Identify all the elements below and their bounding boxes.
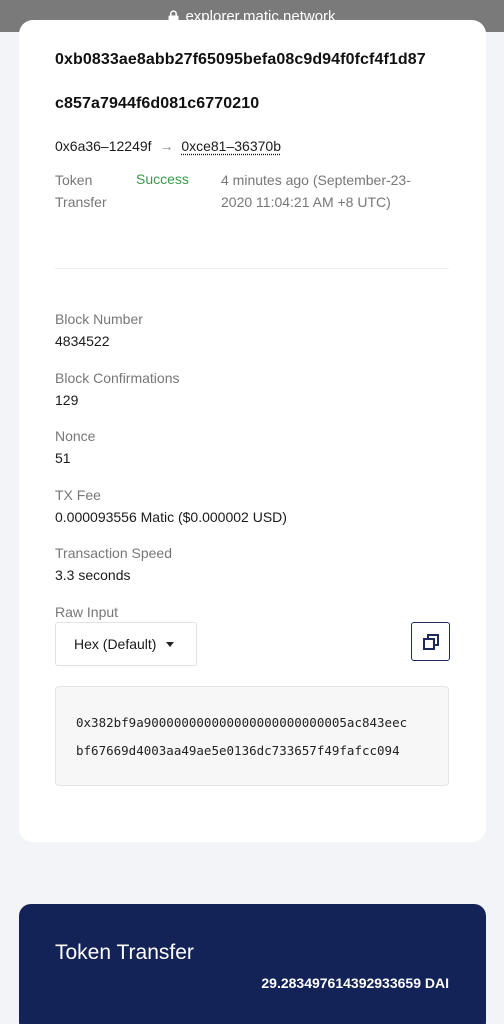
transaction-type: Token Transfer [55, 172, 107, 210]
caret-down-icon [166, 641, 175, 647]
copy-icon [422, 633, 439, 650]
arrow-right-icon: → [159, 138, 174, 154]
block-number-label: Block Number [55, 311, 143, 327]
raw-input-format-value: Hex (Default) [74, 636, 157, 652]
token-transfer-title: Token Transfer [55, 941, 194, 964]
tx-fee-value: 0.000093556 Matic ($0.000002 USD) [55, 509, 287, 525]
to-address-link[interactable]: 0xce81–36370b [181, 138, 281, 154]
status-badge: Success [136, 171, 189, 187]
timestamp: 4 minutes ago (September-23-2020 11:04:2… [221, 172, 411, 210]
token-transfer-amount: 29.283497614392933659 DAI [261, 975, 449, 991]
tx-fee-label: TX Fee [55, 487, 101, 503]
raw-input-label: Raw Input [55, 604, 119, 620]
raw-input-box[interactable]: 0x382bf9a900000000000000000000000005ac84… [55, 686, 449, 786]
transaction-hash-line1: 0xb0833ae8abb27f65095befa08c9d94f0fcf4f1… [55, 51, 426, 68]
nonce-label: Nonce [55, 428, 96, 444]
raw-input-format-select[interactable]: Hex (Default) [55, 622, 197, 666]
token-transfer-card: Token Transfer 29.283497614392933659 DAI [19, 904, 486, 1024]
from-address[interactable]: 0x6a36–12249f [55, 138, 152, 154]
block-number-value: 4834522 [55, 333, 110, 349]
raw-input-line2: bf67669d4003aa49ae5e0136dc733657f49fafcc… [76, 743, 400, 758]
transaction-speed-value: 3.3 seconds [55, 567, 131, 583]
confirmations-value: 129 [55, 392, 79, 408]
confirmations-label: Block Confirmations [55, 370, 180, 386]
divider [55, 268, 449, 269]
raw-input-line1: 0x382bf9a900000000000000000000000005ac84… [76, 715, 408, 730]
nonce-value: 51 [55, 450, 71, 466]
address-row: 0x6a36–12249f → 0xce81–36370b [55, 138, 281, 154]
transaction-speed-label: Transaction Speed [55, 545, 172, 561]
copy-button[interactable] [411, 622, 450, 661]
transaction-hash-line2: c857a7944f6d081c6770210 [55, 95, 260, 112]
